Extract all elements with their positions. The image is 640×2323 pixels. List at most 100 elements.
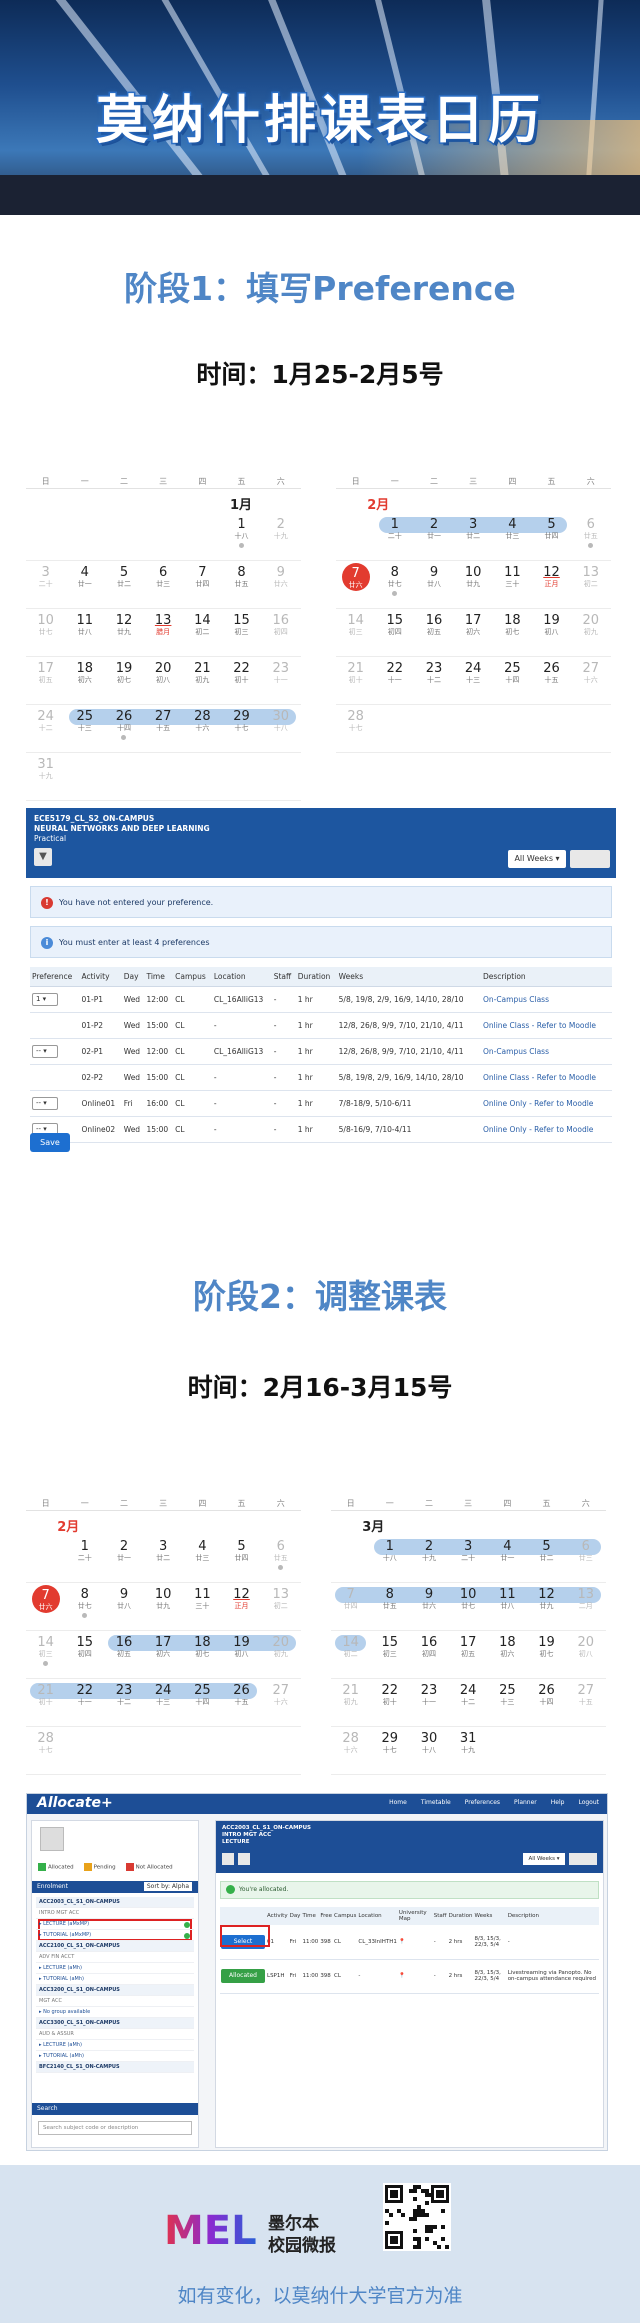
calendar-day[interactable]: 14 初二 (183, 609, 222, 656)
calendar-day[interactable]: 7 廿六 (26, 1583, 65, 1630)
calendar-day[interactable]: 18 初六 (65, 657, 104, 704)
preference-select[interactable]: -- ▾ (32, 1097, 58, 1110)
calendar-day[interactable]: 3 廿二 (454, 513, 493, 560)
calendar-day[interactable]: 25 十四 (183, 1679, 222, 1726)
description-link[interactable]: Online Class - Refer to Moodle (480, 1064, 612, 1091)
calendar-day[interactable]: 2 十九 (261, 513, 300, 560)
calendar-day[interactable]: 11 三十 (183, 1583, 222, 1630)
preference-select[interactable]: -- ▾ (32, 1045, 58, 1058)
calendar-day[interactable]: 6 廿五 (261, 1535, 300, 1582)
calendar-day[interactable]: 20 初八 (566, 1631, 605, 1678)
description-link[interactable]: Online Only - Refer to Moodle (480, 1090, 612, 1117)
map-pin-icon[interactable]: 📍 (399, 1939, 406, 1945)
calendar-day[interactable]: 11 廿八 (488, 1583, 527, 1630)
enrolment-unit[interactable]: ACC2100_CL_S1_ON-CAMPUS (36, 1941, 194, 1952)
calendar-day[interactable]: 16 初五 (104, 1631, 143, 1678)
calendar-day[interactable]: 1 十八 (222, 513, 261, 560)
nav-link[interactable]: Logout (578, 1799, 599, 1806)
calendar-day[interactable]: 8 廿七 (375, 561, 414, 608)
filter-icon[interactable] (222, 1853, 234, 1865)
calendar-day[interactable]: 7 廿六 (336, 561, 375, 608)
calendar-day[interactable]: 21 初十 (26, 1679, 65, 1726)
view-toggle[interactable] (570, 850, 610, 868)
enrolment-item[interactable]: ▸ LECTURE (aMh) (36, 2040, 194, 2051)
weeks-select[interactable]: All Weeks ▾ (508, 850, 566, 868)
description-link[interactable]: Online Class - Refer to Moodle (480, 1012, 612, 1039)
calendar-day[interactable]: 22 十一 (375, 657, 414, 704)
calendar-day[interactable]: 13 初二 (261, 1583, 300, 1630)
calendar-day[interactable]: 21 初九 (331, 1679, 370, 1726)
calendar-day[interactable]: 19 初七 (527, 1631, 566, 1678)
calendar-day[interactable]: 23 十二 (104, 1679, 143, 1726)
calendar-day[interactable]: 24 十三 (144, 1679, 183, 1726)
calendar-day[interactable]: 8 廿七 (65, 1583, 104, 1630)
calendar-day[interactable]: 17 初六 (454, 609, 493, 656)
search-input[interactable]: Search subject code or description (38, 2121, 192, 2135)
calendar-day[interactable]: 27 十五 (144, 705, 183, 752)
calendar-day[interactable]: 9 廿八 (104, 1583, 143, 1630)
calendar-day[interactable]: 27 十五 (566, 1679, 605, 1726)
calendar-day[interactable]: 5 廿四 (532, 513, 571, 560)
nav-link[interactable]: Help (551, 1799, 565, 1806)
calendar-day[interactable]: 30 十八 (409, 1727, 448, 1774)
nav-link[interactable]: Planner (514, 1799, 537, 1806)
calendar-day[interactable]: 5 廿四 (222, 1535, 261, 1582)
calendar-day[interactable]: 17 初六 (144, 1631, 183, 1678)
calendar-day[interactable]: 30 十八 (261, 705, 300, 752)
calendar-day[interactable]: 24 十二 (26, 705, 65, 752)
calendar-day[interactable]: 4 廿一 (65, 561, 104, 608)
calendar-day[interactable]: 22 初十 (222, 657, 261, 704)
calendar-day[interactable]: 10 廿七 (449, 1583, 488, 1630)
enrolment-item[interactable]: ▸ TUTORIAL (aMh) (36, 2051, 194, 2062)
calendar-day[interactable]: 17 初五 (449, 1631, 488, 1678)
calendar-day[interactable]: 14 初二 (331, 1631, 370, 1678)
calendar-day[interactable]: 1 二十 (65, 1535, 104, 1582)
calendar-day[interactable]: 10 廿九 (144, 1583, 183, 1630)
enrolment-unit[interactable]: ACC2003_CL_S1_ON-CAMPUS (36, 1897, 194, 1908)
nav-link[interactable]: Timetable (421, 1799, 451, 1806)
calendar-day[interactable]: 9 廿六 (261, 561, 300, 608)
calendar-day[interactable]: 15 初三 (222, 609, 261, 656)
refresh-icon[interactable] (238, 1853, 250, 1865)
calendar-day[interactable]: 29 十七 (370, 1727, 409, 1774)
calendar-day[interactable]: 24 十二 (449, 1679, 488, 1726)
enrolment-unit[interactable]: ACC3300_CL_S1_ON-CAMPUS (36, 2018, 194, 2029)
calendar-day[interactable]: 6 廿五 (571, 513, 610, 560)
enrolment-unit[interactable]: BFC2140_CL_S1_ON-CAMPUS (36, 2062, 194, 2073)
calendar-day[interactable]: 12 廿九 (527, 1583, 566, 1630)
calendar-day[interactable]: 31 十九 (26, 753, 65, 800)
calendar-day[interactable]: 15 初四 (375, 609, 414, 656)
calendar-day[interactable]: 27 十六 (261, 1679, 300, 1726)
calendar-day[interactable]: 13 初二 (571, 561, 610, 608)
calendar-day[interactable]: 3 廿二 (144, 1535, 183, 1582)
calendar-day[interactable]: 17 初五 (26, 657, 65, 704)
calendar-day[interactable]: 10 廿九 (454, 561, 493, 608)
description-link[interactable]: On-Campus Class (480, 986, 612, 1013)
calendar-day[interactable]: 3 二十 (26, 561, 65, 608)
calendar-day[interactable]: 19 初八 (222, 1631, 261, 1678)
calendar-day[interactable]: 24 十三 (454, 657, 493, 704)
calendar-day[interactable]: 28 十七 (336, 705, 375, 752)
calendar-day[interactable]: 27 十六 (571, 657, 610, 704)
calendar-day[interactable]: 7 廿四 (183, 561, 222, 608)
calendar-day[interactable]: 16 初四 (409, 1631, 448, 1678)
enrolment-item[interactable]: ▸ LECTURE (aMxMP) (36, 1919, 194, 1930)
calendar-day[interactable]: 31 十九 (449, 1727, 488, 1774)
calendar-day[interactable]: 28 十六 (183, 705, 222, 752)
calendar-day[interactable]: 7 廿四 (331, 1583, 370, 1630)
calendar-day[interactable]: 13 二月 (566, 1583, 605, 1630)
calendar-day[interactable]: 21 初九 (183, 657, 222, 704)
calendar-day[interactable]: 6 廿三 (566, 1535, 605, 1582)
sort-select[interactable]: Sort by: Alpha (143, 1882, 192, 1891)
weeks-select[interactable]: All Weeks ▾ (523, 1853, 565, 1865)
calendar-day[interactable]: 12 正月 (532, 561, 571, 608)
calendar-day[interactable]: 15 初三 (370, 1631, 409, 1678)
calendar-day[interactable]: 28 十七 (26, 1727, 65, 1774)
calendar-day[interactable]: 10 廿七 (26, 609, 65, 656)
calendar-day[interactable]: 14 初三 (336, 609, 375, 656)
preference-select[interactable]: 1 ▾ (32, 993, 58, 1006)
nav-link[interactable]: Preferences (465, 1799, 500, 1806)
calendar-day[interactable]: 2 廿一 (414, 513, 453, 560)
map-pin-icon[interactable]: 📍 (399, 1973, 406, 1979)
calendar-day[interactable]: 23 十一 (409, 1679, 448, 1726)
